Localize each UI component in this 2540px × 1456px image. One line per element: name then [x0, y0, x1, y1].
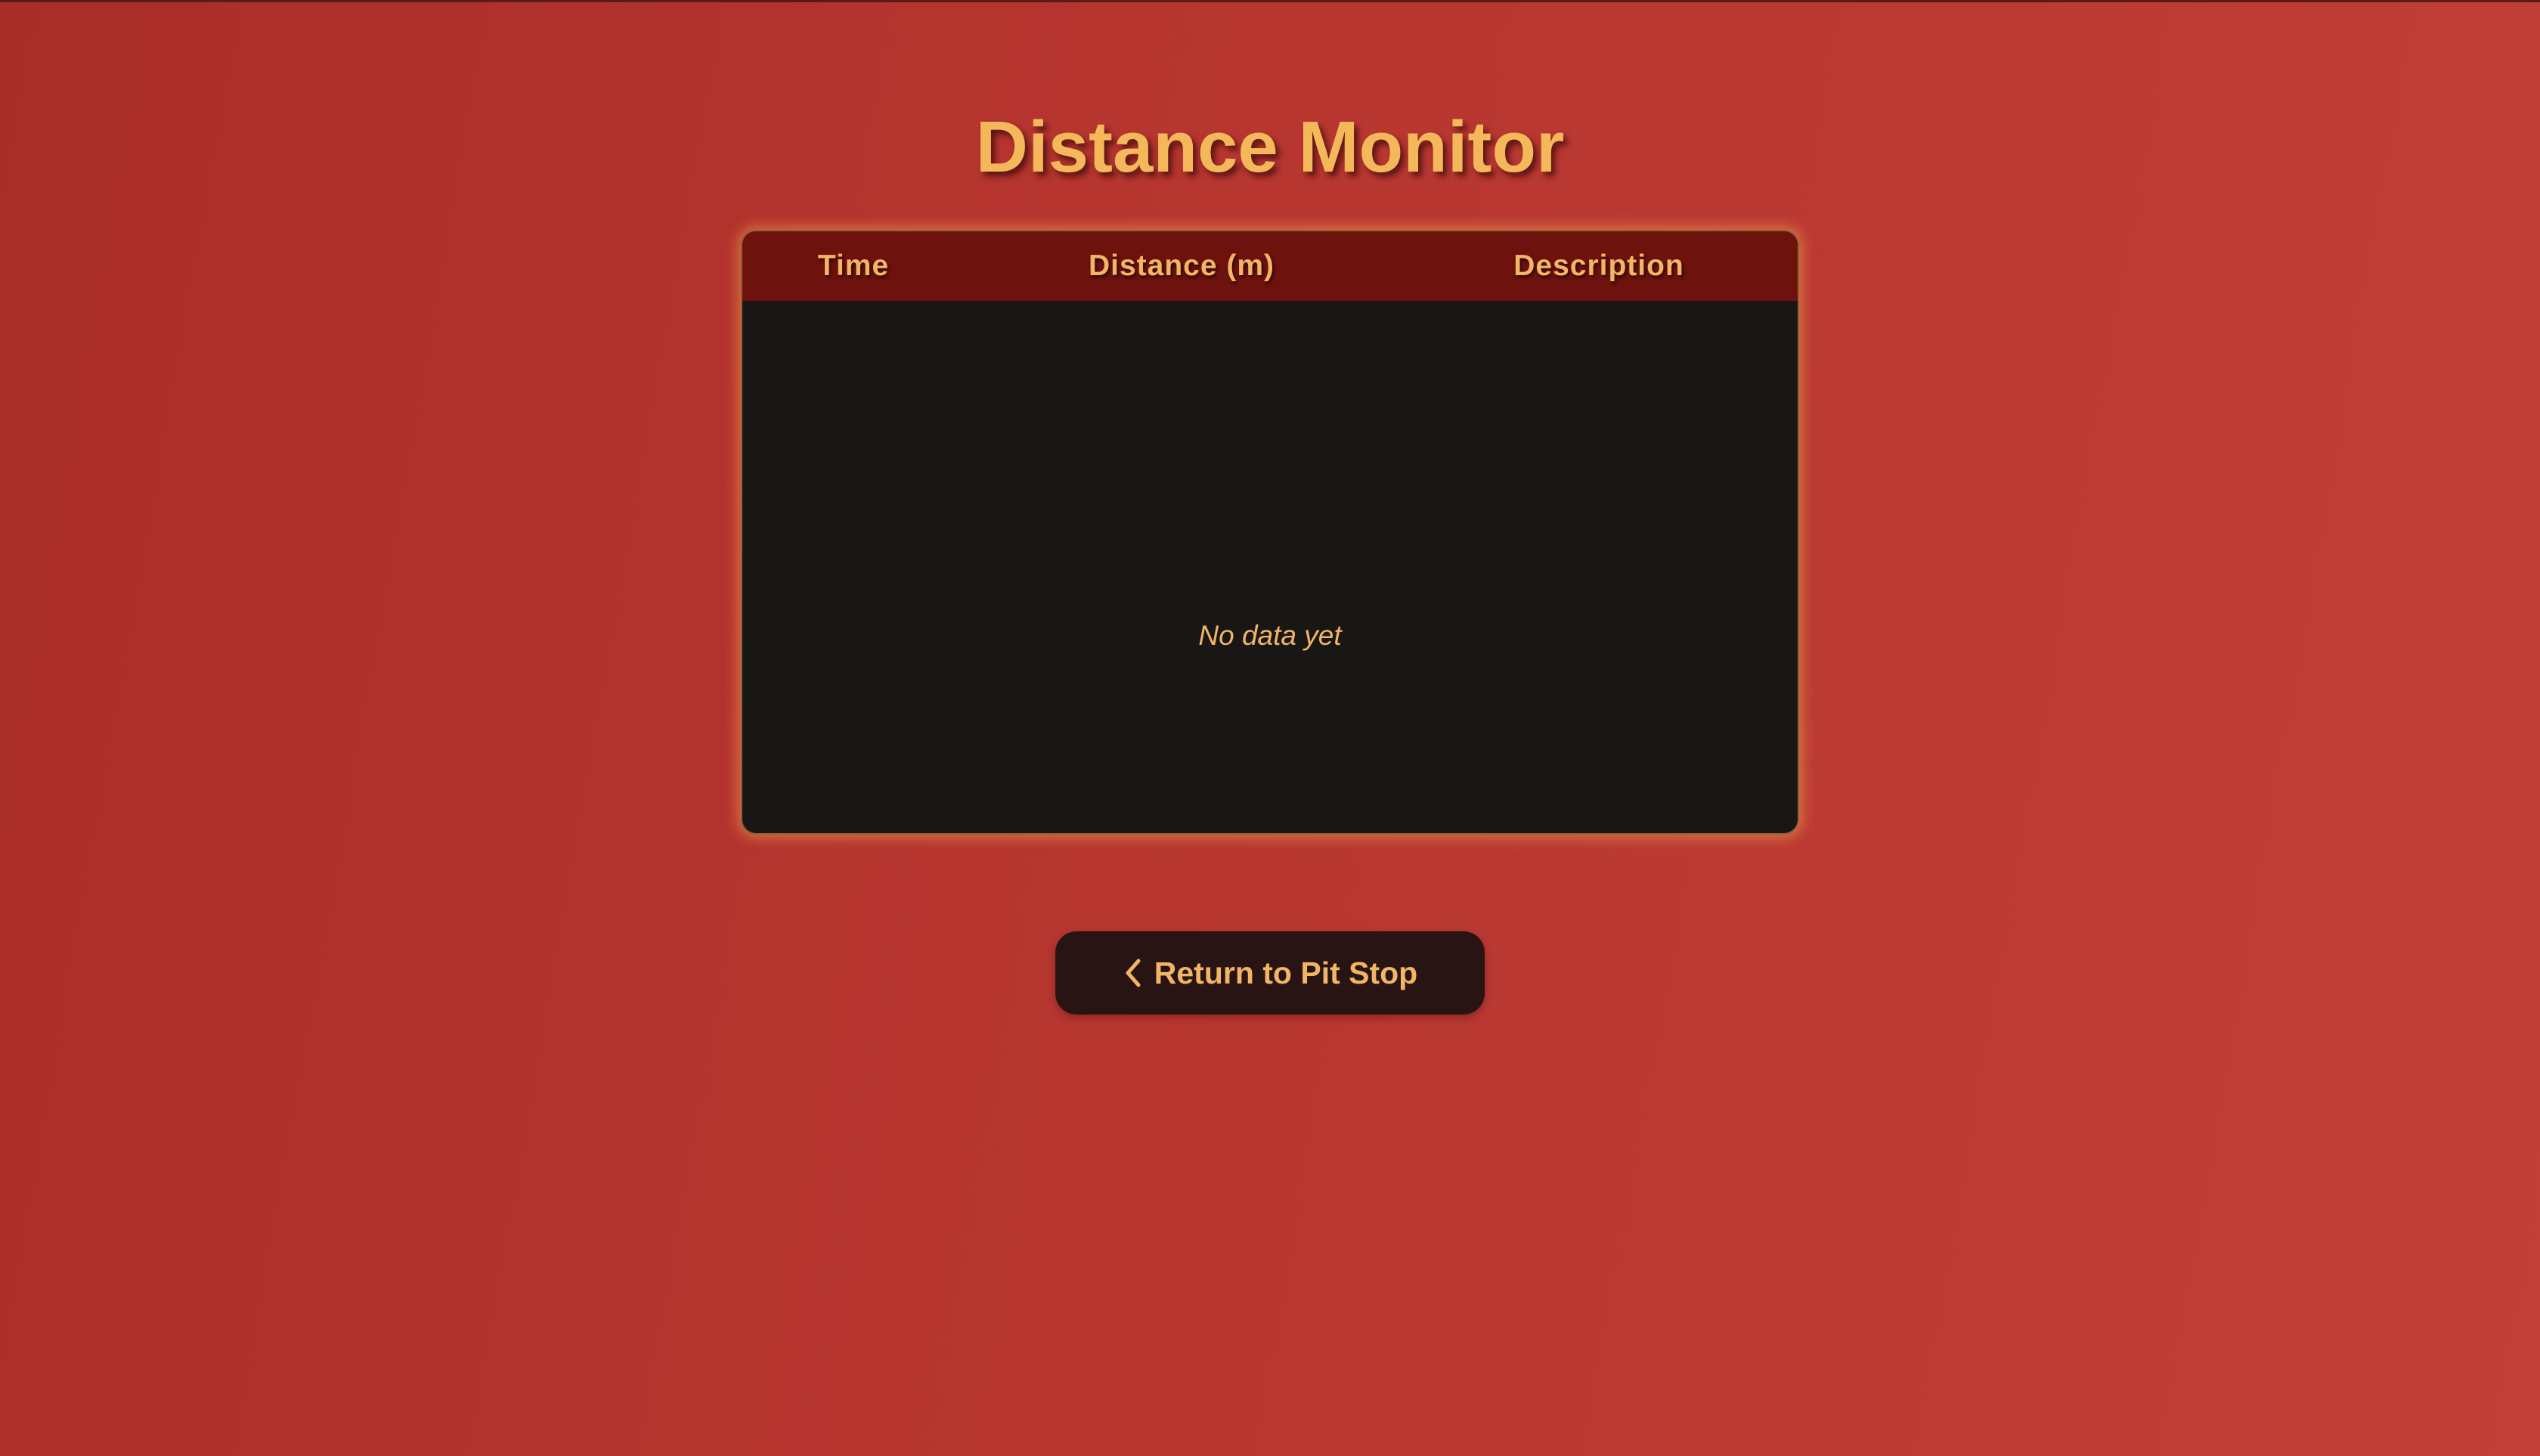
- column-header-time: Time: [817, 249, 890, 282]
- return-to-pit-stop-button[interactable]: Return to Pit Stop: [1055, 931, 1485, 1015]
- empty-state-message: No data yet: [1198, 620, 1342, 651]
- distance-table: Time Distance (m) Description: [741, 230, 1799, 835]
- page-title: Distance Monitor: [975, 107, 1565, 187]
- chevron-left-icon: [1123, 958, 1144, 988]
- top-divider: [0, 0, 2540, 2]
- return-button-label: Return to Pit Stop: [1154, 955, 1418, 990]
- column-header-description: Description: [1513, 249, 1684, 282]
- column-header-distance: Distance (m): [1088, 249, 1275, 282]
- table-header: Time Distance (m) Description: [742, 231, 1798, 301]
